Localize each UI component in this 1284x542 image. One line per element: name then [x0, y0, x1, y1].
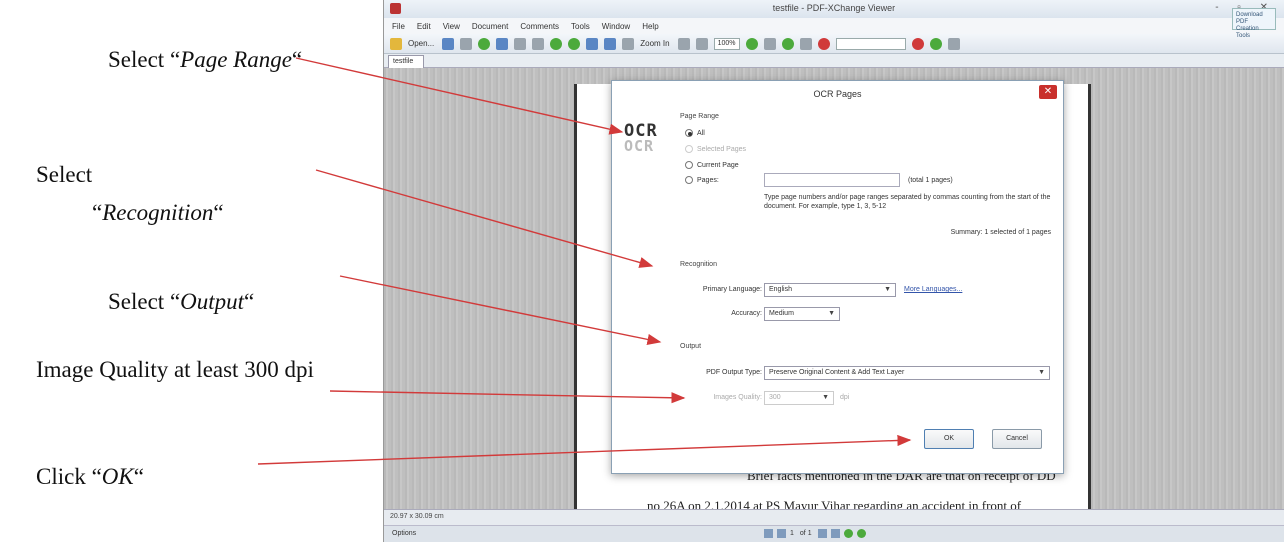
zoom-in-button[interactable]: Zoom In	[640, 39, 669, 48]
document-tab[interactable]: testfile	[388, 55, 424, 68]
accuracy-label: Accuracy:	[731, 310, 762, 317]
pdf-output-type-select[interactable]: Preserve Original Content & Add Text Lay…	[764, 366, 1050, 380]
output-heading: Output	[680, 343, 702, 350]
primary-language-label: Primary Language:	[702, 286, 762, 293]
menu-help[interactable]: Help	[642, 22, 658, 31]
menu-tools[interactable]: Tools	[571, 22, 590, 31]
toolbar: Open... Zoom In 100%	[384, 34, 1284, 54]
select-tool-icon[interactable]	[586, 37, 599, 50]
ocr-logo-shadow: OCR	[624, 137, 655, 155]
ok-button[interactable]: OK	[924, 429, 974, 449]
options-button[interactable]: Options	[392, 530, 416, 537]
caption-recognition: Select “Recognition“	[36, 162, 224, 225]
redo-icon[interactable]	[532, 37, 545, 50]
rotate-right-icon[interactable]	[568, 37, 581, 50]
promo-button[interactable]: Download PDF Creation Tools	[1232, 8, 1276, 39]
caption-image-quality: Image Quality at least 300 dpi	[36, 357, 314, 382]
open-button[interactable]: Open...	[408, 39, 434, 48]
radio-selected-icon	[685, 129, 693, 137]
open-icon[interactable]	[390, 37, 402, 50]
dialog-title: OCR Pages	[813, 89, 862, 99]
find-field[interactable]	[835, 37, 906, 50]
ocr-pages-dialog: OCR Pages ✕ OCR OCR Page Range All Selec…	[611, 80, 1064, 474]
radio-current-page[interactable]: Current Page	[685, 161, 739, 169]
dpi-unit-label: dpi	[840, 394, 850, 401]
email-icon[interactable]	[496, 37, 509, 50]
page-size-bar: 20.97 x 30.09 cm	[384, 509, 1284, 525]
current-page-field[interactable]: 1	[790, 530, 794, 537]
image-quality-label: Images Quality:	[713, 394, 762, 401]
save-icon[interactable]	[442, 37, 455, 50]
nav-forward-icon[interactable]	[856, 529, 866, 538]
last-page-icon[interactable]	[830, 529, 840, 538]
status-bar: Options 1 of 1	[384, 525, 1284, 542]
next-page-icon[interactable]	[817, 529, 827, 538]
search-icon[interactable]	[911, 37, 924, 50]
undo-icon[interactable]	[514, 37, 527, 50]
page-range-heading: Page Range	[680, 113, 719, 120]
document-tab-bar: testfile	[384, 54, 1284, 68]
rotate-left-icon[interactable]	[550, 37, 563, 50]
ocr-logo-icon: OCR OCR	[624, 121, 668, 161]
menu-view[interactable]: View	[443, 22, 460, 31]
highlight-icon[interactable]	[929, 37, 942, 50]
radio-selected-pages: Selected Pages	[685, 145, 746, 153]
radio-icon	[685, 145, 693, 153]
stop-icon[interactable]	[817, 37, 830, 50]
snapshot-icon[interactable]	[604, 37, 617, 50]
radio-icon	[685, 161, 693, 169]
nav-back-icon[interactable]	[843, 529, 853, 538]
image-quality-select: 300 ▼	[764, 391, 834, 405]
fit-width-icon[interactable]	[695, 37, 708, 50]
ocr-tool-icon[interactable]	[478, 37, 491, 50]
recognition-heading: Recognition	[680, 261, 717, 268]
caption-click-ok: Click “OK“	[36, 464, 144, 489]
cancel-button[interactable]: Cancel	[992, 429, 1042, 449]
radio-pages[interactable]: Pages:	[685, 176, 719, 184]
menu-bar: File Edit View Document Comments Tools W…	[384, 8, 1284, 39]
selection-summary: Summary: 1 selected of 1 pages	[950, 229, 1051, 236]
chevron-down-icon: ▼	[884, 286, 891, 293]
zoom-in-icon[interactable]	[622, 37, 635, 50]
chevron-down-icon: ▼	[822, 394, 829, 401]
pdf-output-type-label: PDF Output Type:	[706, 369, 762, 376]
page-navigator: 1 of 1	[764, 529, 870, 538]
title-bar: testfile - PDF-XChange Viewer - ▫ ✕	[384, 0, 1284, 18]
forward-icon[interactable]	[799, 37, 812, 50]
caption-page-range: Select “Page Range“	[108, 47, 303, 72]
close-icon[interactable]: ✕	[1039, 85, 1057, 99]
first-page-icon[interactable]	[764, 529, 773, 538]
window-title: testfile - PDF-XChange Viewer	[772, 3, 896, 13]
accuracy-select[interactable]: Medium ▼	[764, 307, 840, 321]
page-range-hint: Type page numbers and/or page ranges sep…	[764, 194, 1051, 210]
prev-page-icon[interactable]	[777, 529, 786, 538]
menu-window[interactable]: Window	[602, 22, 630, 31]
menu-file[interactable]: File	[392, 22, 405, 31]
radio-all-pages[interactable]: All	[685, 129, 705, 137]
page-size-readout: 20.97 x 30.09 cm	[390, 513, 444, 520]
chevron-down-icon: ▼	[828, 310, 835, 317]
fit-page-icon[interactable]	[677, 37, 690, 50]
caption-output: Select “Output“	[108, 289, 255, 314]
more-languages-link[interactable]: More Languages...	[904, 286, 962, 293]
menu-edit[interactable]: Edit	[417, 22, 431, 31]
radio-icon	[685, 176, 693, 184]
primary-language-select[interactable]: English ▼	[764, 283, 896, 297]
zoom-go-icon[interactable]	[745, 37, 758, 50]
page-total: of 1	[799, 530, 812, 537]
menu-comments[interactable]: Comments	[520, 22, 559, 31]
menu-document[interactable]: Document	[472, 22, 508, 31]
comment-icon[interactable]	[763, 37, 776, 50]
total-pages-label: (total 1 pages)	[908, 177, 953, 184]
back-icon[interactable]	[781, 37, 794, 50]
print-icon[interactable]	[460, 37, 473, 50]
zoom-level-field[interactable]: 100%	[713, 37, 740, 50]
pages-input[interactable]	[764, 173, 900, 187]
chevron-down-icon: ▼	[1038, 369, 1045, 376]
settings-icon[interactable]	[947, 37, 960, 50]
